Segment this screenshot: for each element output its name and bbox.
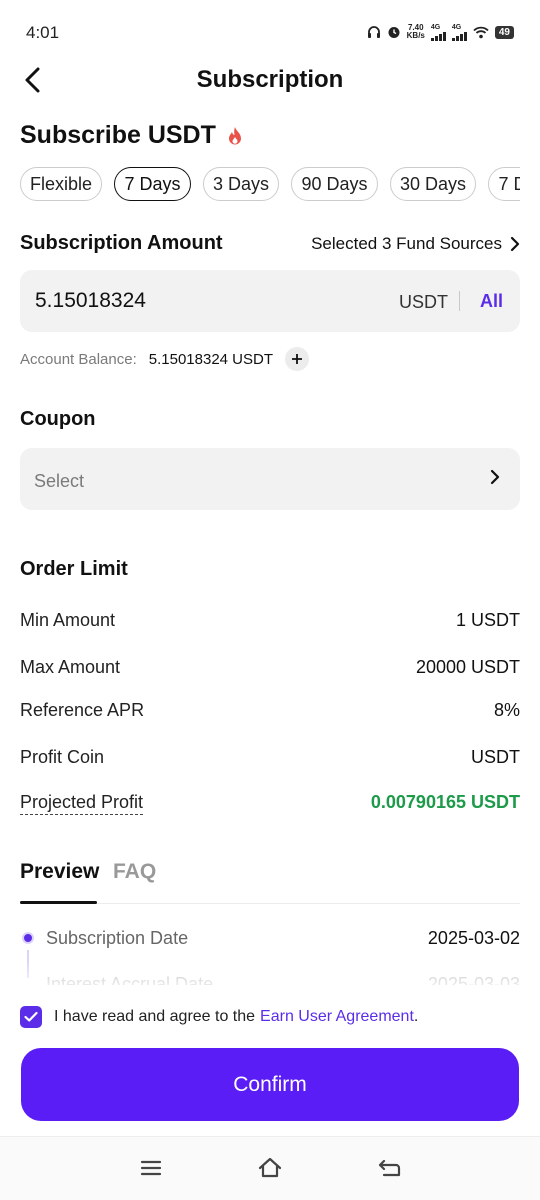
page-title: Subscription — [196, 66, 344, 93]
timeline-dot — [22, 932, 34, 944]
profit-coin-value: USDT — [471, 747, 520, 767]
chevron-right-icon — [510, 236, 520, 252]
agreement-suffix: . — [413, 1008, 419, 1025]
projected-profit-label[interactable]: Projected Profit — [20, 792, 144, 815]
wifi-icon — [473, 26, 489, 38]
coupon-select[interactable]: Select — [20, 448, 520, 510]
chevron-right-icon — [490, 469, 500, 485]
reference-apr-row: Reference APR 8% — [20, 698, 520, 724]
max-amount-label: Max Amount — [20, 657, 121, 677]
fund-sources-label: Selected 3 Fund Sources — [311, 234, 502, 253]
duration-selector: Flexible 7 Days 3 Days 90 Days 30 Days 7… — [20, 167, 520, 203]
agreement-checkbox[interactable] — [20, 1006, 42, 1028]
amount-header: Subscription Amount Selected 3 Fund Sour… — [20, 232, 520, 260]
profit-coin-label: Profit Coin — [20, 747, 105, 767]
check-icon — [24, 1011, 38, 1022]
system-nav-bar — [0, 1136, 540, 1200]
max-amount-row: Max Amount 20000 USDT — [20, 655, 520, 681]
all-button[interactable]: All — [480, 291, 503, 312]
min-amount-label: Min Amount — [20, 610, 116, 630]
menu-icon[interactable] — [137, 1155, 165, 1181]
add-funds-button[interactable] — [285, 347, 309, 371]
reference-apr-value: 8% — [493, 700, 520, 720]
profit-coin-row: Profit Coin USDT — [20, 745, 520, 771]
timeline-item-value: 2025-03-02 — [427, 928, 520, 948]
signal-1: 4G — [430, 24, 446, 41]
amount-unit: USDT — [399, 292, 448, 312]
signal-icon — [451, 31, 467, 41]
reference-apr-label: Reference APR — [20, 700, 145, 720]
home-icon[interactable] — [256, 1155, 284, 1181]
coupon-placeholder: Select — [34, 471, 85, 491]
coupon-label: Coupon — [20, 408, 96, 430]
plus-icon — [292, 354, 302, 364]
duration-chip-flexible[interactable]: Flexible — [20, 167, 103, 201]
scroll-fade — [0, 960, 540, 996]
fund-sources-button[interactable]: Selected 3 Fund Sources — [311, 234, 520, 254]
amount-input[interactable]: 5.15018324 USDT All — [20, 270, 520, 332]
min-amount-value: 1 USDT — [455, 610, 520, 630]
battery-icon: 49 — [494, 25, 514, 39]
divider — [459, 291, 460, 311]
timeline-item-label: Subscription Date — [46, 928, 189, 948]
order-limit-label: Order Limit — [20, 558, 128, 580]
balance-value: 5.15018324 USDT — [148, 350, 273, 368]
signal-2: 4G — [451, 24, 467, 41]
duration-chip-7-days-2[interactable]: 7 Days — [488, 167, 520, 201]
status-icons: 7.40 KB/s 4G 4G 49 — [367, 22, 514, 42]
agreement-row: I have read and agree to the Earn User A… — [20, 1004, 418, 1030]
tab-preview[interactable]: Preview — [20, 860, 99, 884]
back-icon[interactable] — [376, 1155, 404, 1181]
projected-profit-row: Projected Profit 0.00790165 USDT — [20, 790, 520, 816]
active-tab-indicator — [20, 901, 97, 904]
top-navigation: Subscription — [0, 60, 540, 102]
status-bar: 4:01 7.40 KB/s 4G 4G 49 — [0, 0, 540, 60]
fire-icon — [228, 126, 241, 144]
subscribe-title-text: Subscribe USDT — [20, 121, 216, 149]
account-balance-row: Account Balance: 5.15018324 USDT — [20, 346, 309, 372]
headphones-icon — [367, 26, 380, 38]
duration-chip-90-days[interactable]: 90 Days — [291, 167, 378, 201]
amount-value[interactable]: 5.15018324 — [35, 289, 146, 313]
balance-label: Account Balance: — [20, 350, 137, 368]
projected-profit-value: 0.00790165 USDT — [370, 792, 520, 812]
max-amount-value: 20000 USDT — [415, 657, 520, 677]
earn-user-agreement-link[interactable]: Earn User Agreement — [260, 1008, 414, 1026]
duration-chip-30-days[interactable]: 30 Days — [389, 167, 476, 201]
signal-icon — [430, 31, 446, 41]
agreement-text: I have read and agree to the — [54, 1008, 256, 1025]
alarm-icon — [388, 27, 400, 38]
tab-faq[interactable]: FAQ — [113, 860, 156, 884]
duration-chip-7-days[interactable]: 7 Days — [114, 167, 191, 201]
info-tabs: Preview FAQ — [20, 856, 520, 904]
confirm-button[interactable]: Confirm — [21, 1048, 519, 1121]
subscribe-title: Subscribe USDT — [20, 121, 244, 150]
net-speed: 7.40 KB/s — [406, 23, 425, 40]
duration-chip-3-days[interactable]: 3 Days — [202, 167, 279, 201]
status-time: 4:01 — [26, 23, 60, 42]
min-amount-row: Min Amount 1 USDT — [20, 608, 520, 634]
timeline-item: Subscription Date 2025-03-02 — [20, 926, 520, 952]
